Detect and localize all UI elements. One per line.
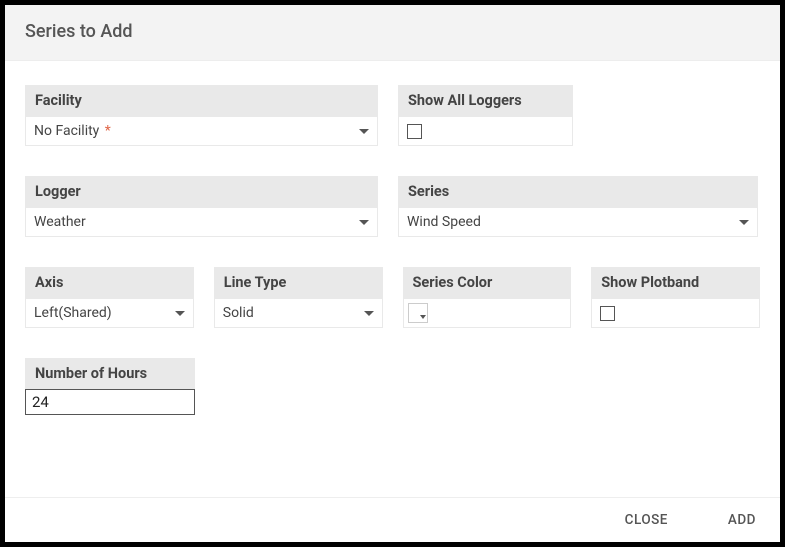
number-of-hours-field: Number of Hours xyxy=(25,358,195,415)
facility-value-text: No Facility xyxy=(34,123,99,139)
series-color-body xyxy=(403,298,572,328)
series-value: Wind Speed xyxy=(407,214,481,230)
series-color-field: Series Color xyxy=(403,267,572,328)
series-color-picker[interactable] xyxy=(408,303,428,323)
show-all-loggers-checkbox[interactable] xyxy=(407,124,422,139)
required-asterisk: * xyxy=(101,123,111,139)
show-plotband-body xyxy=(591,298,760,328)
row-1: Facility No Facility * Show All Loggers xyxy=(25,85,760,146)
logger-label: Logger xyxy=(25,176,378,207)
show-plotband-checkbox[interactable] xyxy=(600,306,615,321)
axis-select[interactable]: Left(Shared) xyxy=(25,298,194,328)
show-all-loggers-label: Show All Loggers xyxy=(398,85,573,116)
number-of-hours-label: Number of Hours xyxy=(25,358,195,389)
logger-select[interactable]: Weather xyxy=(25,207,378,237)
axis-field: Axis Left(Shared) xyxy=(25,267,194,328)
axis-value: Left(Shared) xyxy=(34,305,112,321)
row-4: Number of Hours xyxy=(25,358,760,415)
line-type-select[interactable]: Solid xyxy=(214,298,383,328)
show-all-loggers-body xyxy=(398,116,573,146)
series-field: Series Wind Speed xyxy=(398,176,758,237)
add-button[interactable]: ADD xyxy=(728,512,756,528)
dialog-header: Series to Add xyxy=(5,5,780,61)
close-button[interactable]: CLOSE xyxy=(625,512,668,528)
dialog-title: Series to Add xyxy=(25,21,760,42)
chevron-down-icon xyxy=(364,311,374,316)
logger-field: Logger Weather xyxy=(25,176,378,237)
show-plotband-field: Show Plotband xyxy=(591,267,760,328)
number-of-hours-input[interactable] xyxy=(25,389,195,415)
facility-field: Facility No Facility * xyxy=(25,85,378,146)
dialog-content: Facility No Facility * Show All Loggers … xyxy=(5,61,780,497)
show-plotband-label: Show Plotband xyxy=(591,267,760,298)
series-color-label: Series Color xyxy=(403,267,572,298)
facility-select[interactable]: No Facility * xyxy=(25,116,378,146)
show-all-loggers-field: Show All Loggers xyxy=(398,85,573,146)
chevron-down-icon xyxy=(175,311,185,316)
facility-label: Facility xyxy=(25,85,378,116)
line-type-label: Line Type xyxy=(214,267,383,298)
line-type-value: Solid xyxy=(223,305,254,321)
series-label: Series xyxy=(398,176,758,207)
chevron-down-icon xyxy=(359,129,369,134)
chevron-down-icon xyxy=(420,315,426,319)
axis-label: Axis xyxy=(25,267,194,298)
chevron-down-icon xyxy=(359,220,369,225)
facility-value: No Facility * xyxy=(34,123,111,139)
chevron-down-icon xyxy=(739,220,749,225)
dialog-footer: CLOSE ADD xyxy=(5,497,780,542)
logger-value: Weather xyxy=(34,214,86,230)
line-type-field: Line Type Solid xyxy=(214,267,383,328)
series-select[interactable]: Wind Speed xyxy=(398,207,758,237)
row-3: Axis Left(Shared) Line Type Solid Series… xyxy=(25,267,760,328)
row-2: Logger Weather Series Wind Speed xyxy=(25,176,760,237)
